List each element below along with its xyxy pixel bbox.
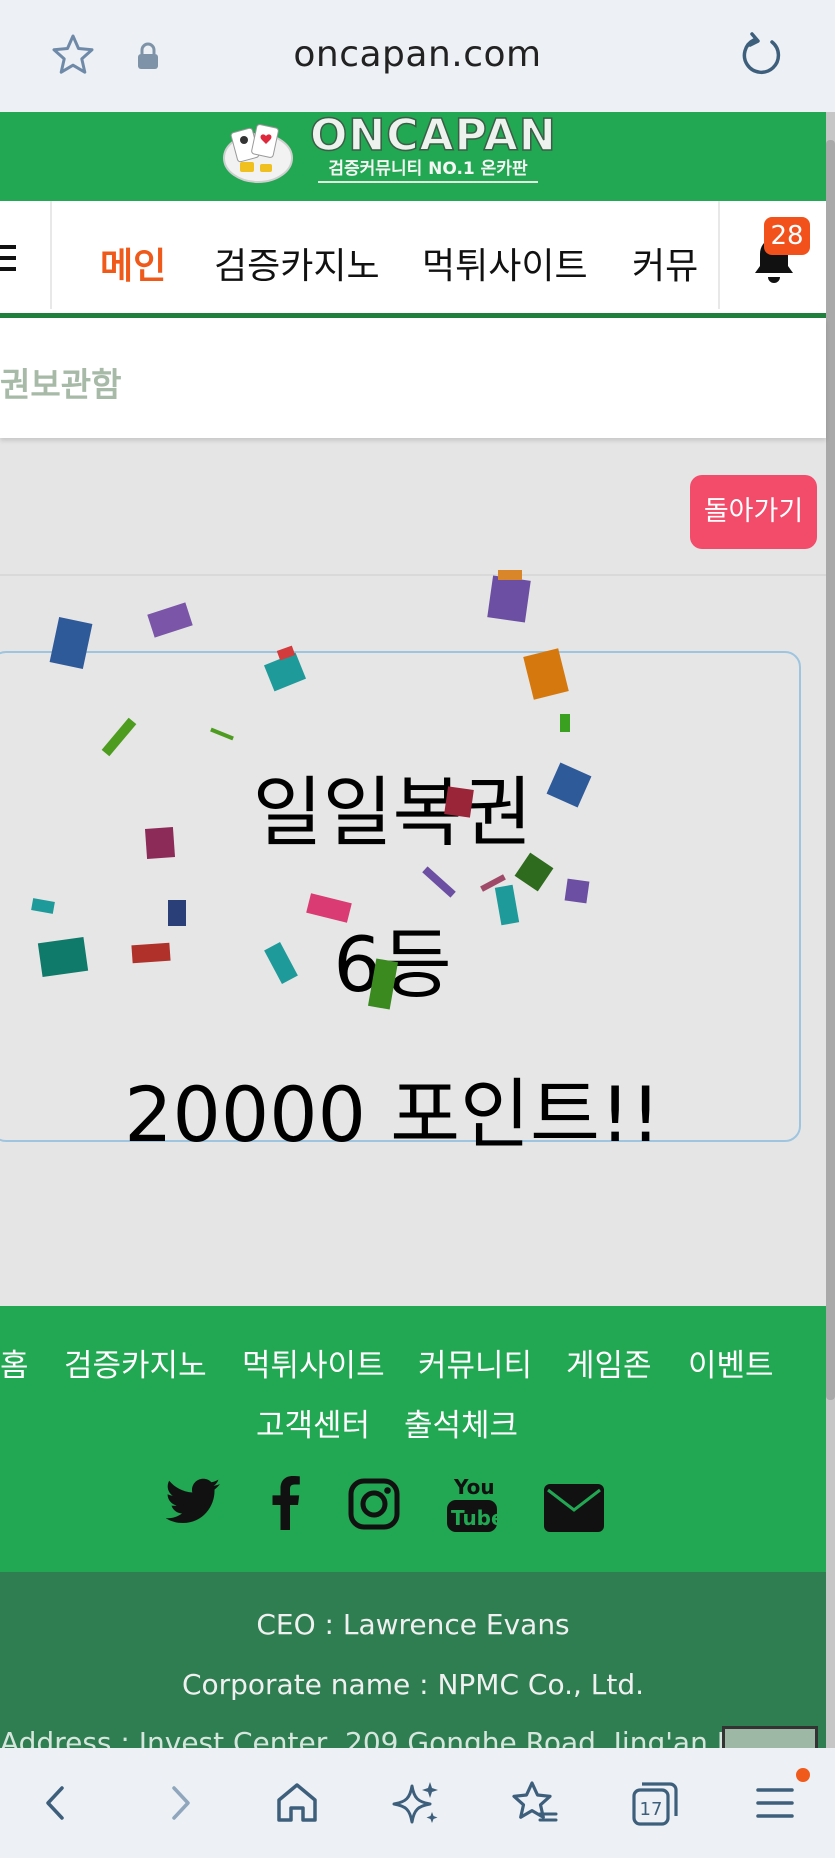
- footer-link-verified-casino[interactable]: 검증카지노: [64, 1340, 207, 1385]
- site-header: ONCAPAN 검증커뮤니티 NO.1 온카판: [0, 109, 826, 201]
- footer-link-home[interactable]: 홈: [0, 1340, 29, 1385]
- notification-dot: [796, 1768, 810, 1782]
- footer-link-community[interactable]: 커뮤니티: [418, 1340, 532, 1385]
- browser-top-bar: oncapan.com: [0, 0, 835, 112]
- twitter-icon[interactable]: [166, 1478, 222, 1528]
- browser-bottom-bar: 17: [0, 1748, 835, 1858]
- footer-link-customer-center[interactable]: 고객센터: [256, 1400, 370, 1445]
- back-button[interactable]: 돌아가기: [690, 475, 817, 549]
- lottery-rank: 6등: [333, 920, 452, 1009]
- home-icon[interactable]: [272, 1778, 322, 1828]
- hamburger-menu-icon[interactable]: [0, 245, 16, 271]
- company-info: CEO : Lawrence Evans Corporate name : NP…: [0, 1572, 826, 1759]
- cards-logo-icon: [223, 124, 293, 183]
- main-nav: 메인 검증카지노 먹튀사이트 커뮤 28: [0, 201, 826, 313]
- ceo-info: CEO : Lawrence Evans: [256, 1608, 570, 1641]
- svg-text:Tube: Tube: [451, 1506, 498, 1530]
- facebook-icon[interactable]: [268, 1474, 302, 1530]
- bookmarks-icon[interactable]: [510, 1778, 560, 1828]
- footer-link-game-zone[interactable]: 게임존: [566, 1340, 652, 1385]
- sparkle-icon[interactable]: [392, 1778, 442, 1828]
- forward-icon[interactable]: [154, 1778, 204, 1828]
- lottery-prize: 20000 포인트!!: [124, 1070, 661, 1159]
- site-logo[interactable]: ONCAPAN 검증커뮤니티 NO.1 온카판: [220, 109, 556, 194]
- lottery-title: 일일복권: [252, 768, 533, 857]
- url-bar[interactable]: oncapan.com: [0, 34, 835, 75]
- footer-link-attendance[interactable]: 출석체크: [404, 1400, 518, 1445]
- nav-item-scam-sites[interactable]: 먹튀사이트: [422, 237, 588, 289]
- breadcrumb: 권보관함: [0, 318, 826, 438]
- scroll-to-top-thumbnail[interactable]: [722, 1726, 818, 1748]
- nav-item-main[interactable]: 메인: [100, 237, 166, 289]
- breadcrumb-title: 권보관함: [0, 365, 122, 404]
- tab-count: 17: [640, 1799, 663, 1820]
- nav-divider: [50, 201, 52, 309]
- lottery-result-card: 일일복권 6등 20000 포인트!!: [0, 651, 801, 1159]
- nav-item-community[interactable]: 커뮤: [632, 237, 698, 289]
- youtube-icon[interactable]: You Tube: [446, 1474, 498, 1534]
- back-icon[interactable]: [32, 1778, 82, 1828]
- svg-text:You: You: [453, 1475, 495, 1499]
- logo-subtitle: 검증커뮤니티 NO.1 온카판: [318, 154, 538, 183]
- tabs-icon[interactable]: 17: [630, 1778, 680, 1828]
- mail-icon[interactable]: [544, 1484, 604, 1532]
- reload-icon[interactable]: [738, 32, 784, 78]
- footer-link-event[interactable]: 이벤트: [688, 1340, 774, 1385]
- instagram-icon[interactable]: [348, 1478, 400, 1530]
- notification-badge: 28: [764, 217, 810, 255]
- corporate-info: Corporate name : NPMC Co., Ltd.: [181, 1668, 645, 1701]
- nav-divider: [718, 201, 720, 309]
- footer-link-scam-sites[interactable]: 먹튀사이트: [242, 1340, 385, 1385]
- page-scrollbar-thumb[interactable]: [826, 140, 835, 1400]
- divider: [0, 574, 826, 576]
- menu-icon[interactable]: [750, 1778, 800, 1828]
- nav-item-verified-casino[interactable]: 검증카지노: [214, 237, 380, 289]
